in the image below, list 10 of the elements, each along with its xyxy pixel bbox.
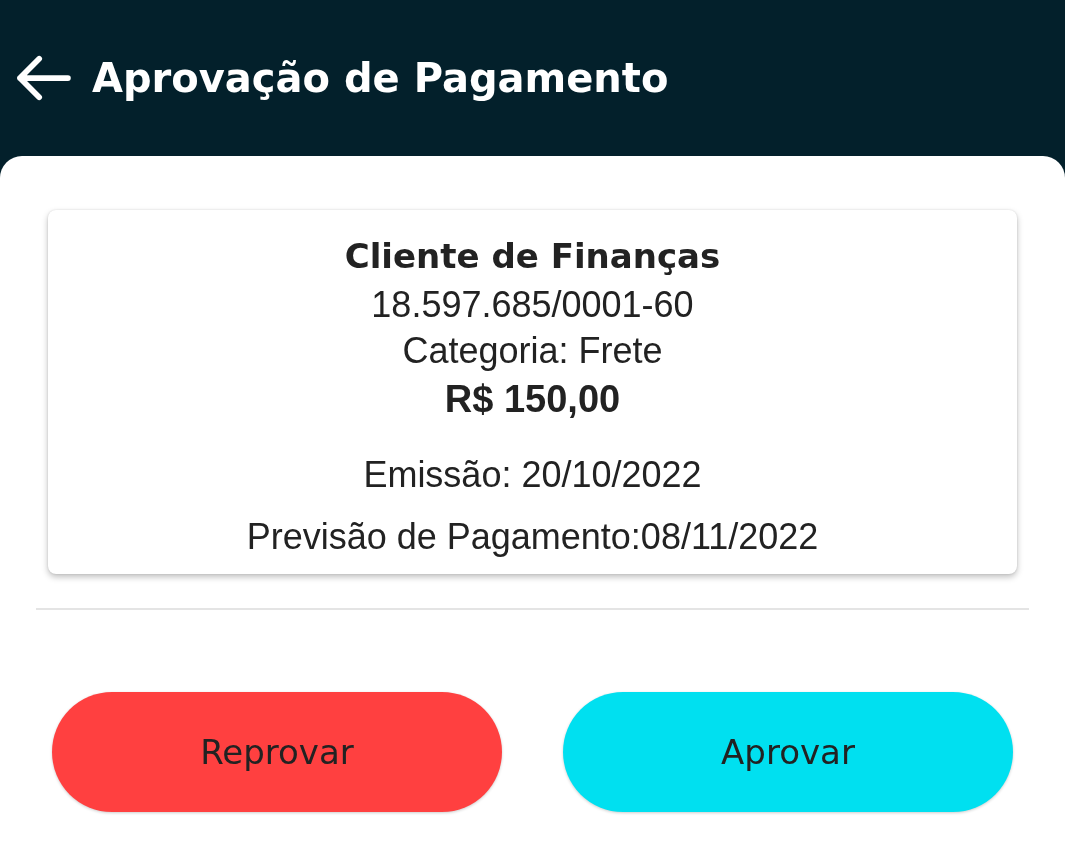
issue-date: Emissão: 20/10/2022 [363,453,702,497]
category-label: Categoria: Frete [402,329,663,373]
document-number: 18.597.685/0001-60 [371,283,694,327]
page-title: Aprovação de Pagamento [92,55,669,101]
approve-button[interactable]: Aprovar [563,692,1013,812]
back-arrow-icon[interactable] [14,55,72,101]
amount-value: R$ 150,00 [444,377,621,422]
reject-button[interactable]: Reprovar [52,692,502,812]
client-name: Cliente de Finanças [344,235,721,278]
payment-forecast-date: Previsão de Pagamento:08/11/2022 [246,515,819,559]
